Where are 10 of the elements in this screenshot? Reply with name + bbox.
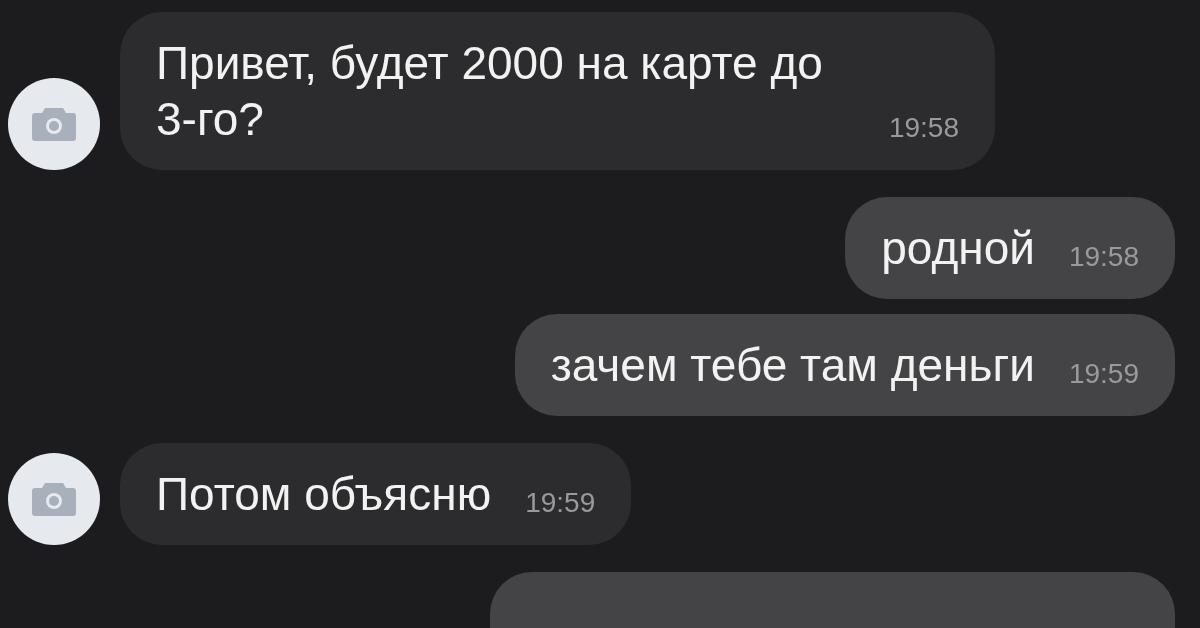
message-text: зачем тебе там деньги — [550, 338, 1035, 393]
message-text: Привет, будет 2000 на карте до 3-го? — [156, 36, 824, 147]
message-time: 19:58 — [1068, 242, 1139, 272]
message-time: 19:58 — [888, 113, 959, 143]
message-time: 19:59 — [1068, 359, 1139, 389]
message-text: родной — [881, 221, 1035, 276]
message-text: Потом объясню — [156, 467, 492, 522]
camera-icon — [31, 481, 77, 517]
camera-icon — [31, 106, 77, 142]
message-time: 19:59 — [525, 488, 596, 518]
